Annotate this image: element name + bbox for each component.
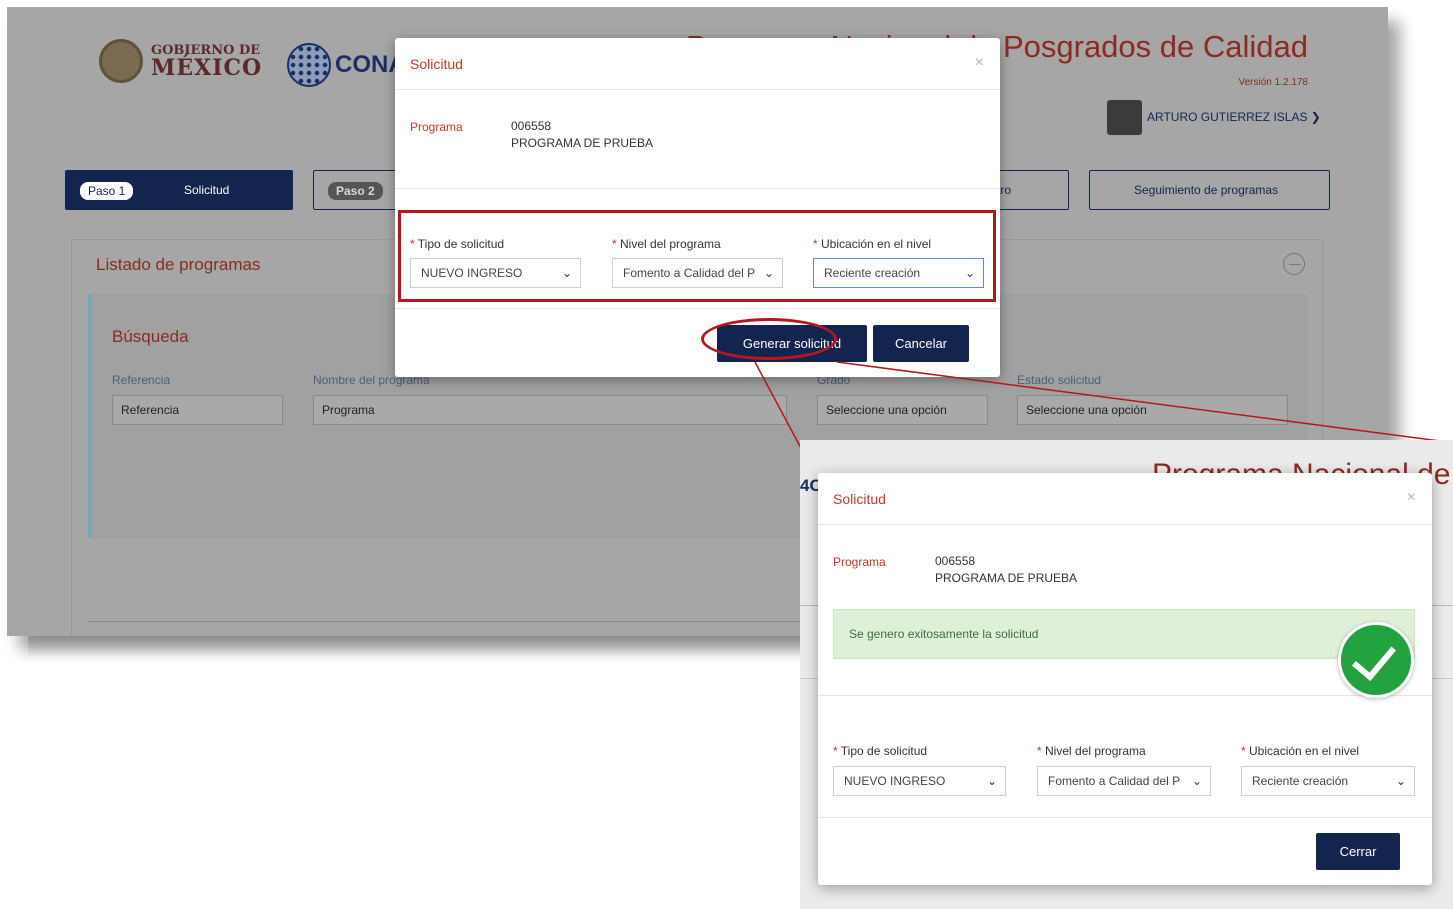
nivel-label: * Nivel del programa (1037, 744, 1146, 758)
chevron-down-icon: ⌄ (1395, 774, 1406, 788)
ref-label: Referencia (112, 373, 171, 387)
table-header-line (87, 621, 807, 622)
grado-select[interactable]: Seleccione una opción (817, 395, 988, 425)
collapse-icon[interactable] (1283, 253, 1305, 275)
divider (395, 308, 1000, 309)
programa-value: 006558 PROGRAMA DE PRUEBA (935, 553, 1077, 587)
step-2-tab[interactable]: Paso 2 (313, 170, 403, 210)
conacyt-icon (287, 43, 331, 87)
close-icon[interactable]: × (975, 54, 984, 72)
step-1-tab[interactable]: Paso 1 Solicitud (65, 170, 293, 210)
programa-code: 006558 (511, 119, 552, 133)
ubicacion-label: * Ubicación en el nivel (1241, 744, 1360, 758)
avatar[interactable] (1107, 100, 1142, 135)
programa-code: 006558 (935, 554, 976, 568)
programa-name: PROGRAMA DE PRUEBA (511, 136, 654, 150)
chevron-down-icon: ⌄ (1191, 774, 1202, 788)
programa-value: 006558 PROGRAMA DE PRUEBA (511, 118, 653, 152)
nivel-select[interactable]: Fomento a Calidad del P ⌄ (1037, 766, 1211, 796)
gobierno-logo: GOBIERNO DE MÉXICO (99, 39, 262, 83)
success-alert: Se genero exitosamente la solicitud (833, 609, 1415, 659)
name-input[interactable]: Programa (313, 395, 787, 425)
seal-icon (99, 39, 143, 83)
divider (818, 524, 1432, 525)
solicitud-modal: Solicitud × Programa 006558 PROGRAMA DE … (395, 38, 1000, 377)
listado-title: Listado de programas (96, 255, 261, 274)
divider (395, 188, 1000, 189)
highlight-rectangle (398, 210, 996, 302)
user-menu[interactable]: ARTURO GUTIERREZ ISLAS ❯ (1147, 110, 1321, 124)
highlight-ellipse (701, 318, 837, 360)
search-title: Búsqueda (112, 327, 189, 346)
solicitud-result-modal: Solicitud × Programa 006558 PROGRAMA DE … (818, 473, 1432, 885)
close-icon[interactable]: × (1407, 489, 1416, 507)
modal-title: Solicitud (410, 56, 463, 72)
step-2-pill: Paso 2 (328, 182, 383, 200)
gob-line2: MÉXICO (151, 54, 263, 81)
cancel-button[interactable]: Cancelar (873, 325, 969, 362)
result-title: Solicitud (833, 491, 886, 507)
programa-name: PROGRAMA DE PRUEBA (935, 571, 1078, 585)
checkmark-icon (1338, 622, 1414, 698)
app-version: Versión 1.2.178 (1238, 77, 1309, 88)
programa-label: Programa (410, 120, 463, 134)
seguimiento-tab[interactable]: Seguimiento de programas (1089, 170, 1330, 210)
divider (818, 695, 1432, 696)
programa-label: Programa (833, 555, 886, 569)
divider (395, 89, 1000, 90)
tipo-label: * Tipo de solicitud (833, 744, 928, 758)
ubicacion-select[interactable]: Reciente creación ⌄ (1241, 766, 1415, 796)
tipo-select[interactable]: NUEVO INGRESO ⌄ (833, 766, 1006, 796)
estado-select[interactable]: Seleccione una opción (1017, 395, 1288, 425)
seguimiento-label: Seguimiento de programas (1134, 183, 1279, 197)
cerrar-button[interactable]: Cerrar (1316, 833, 1400, 870)
step-1-label: Solicitud (184, 183, 230, 197)
step-1-pill: Paso 1 (80, 182, 134, 200)
chevron-down-icon: ⌄ (986, 774, 997, 788)
divider (818, 817, 1432, 818)
ref-input[interactable]: Referencia (112, 395, 283, 425)
estado-label: Estado solicitud (1017, 373, 1102, 387)
